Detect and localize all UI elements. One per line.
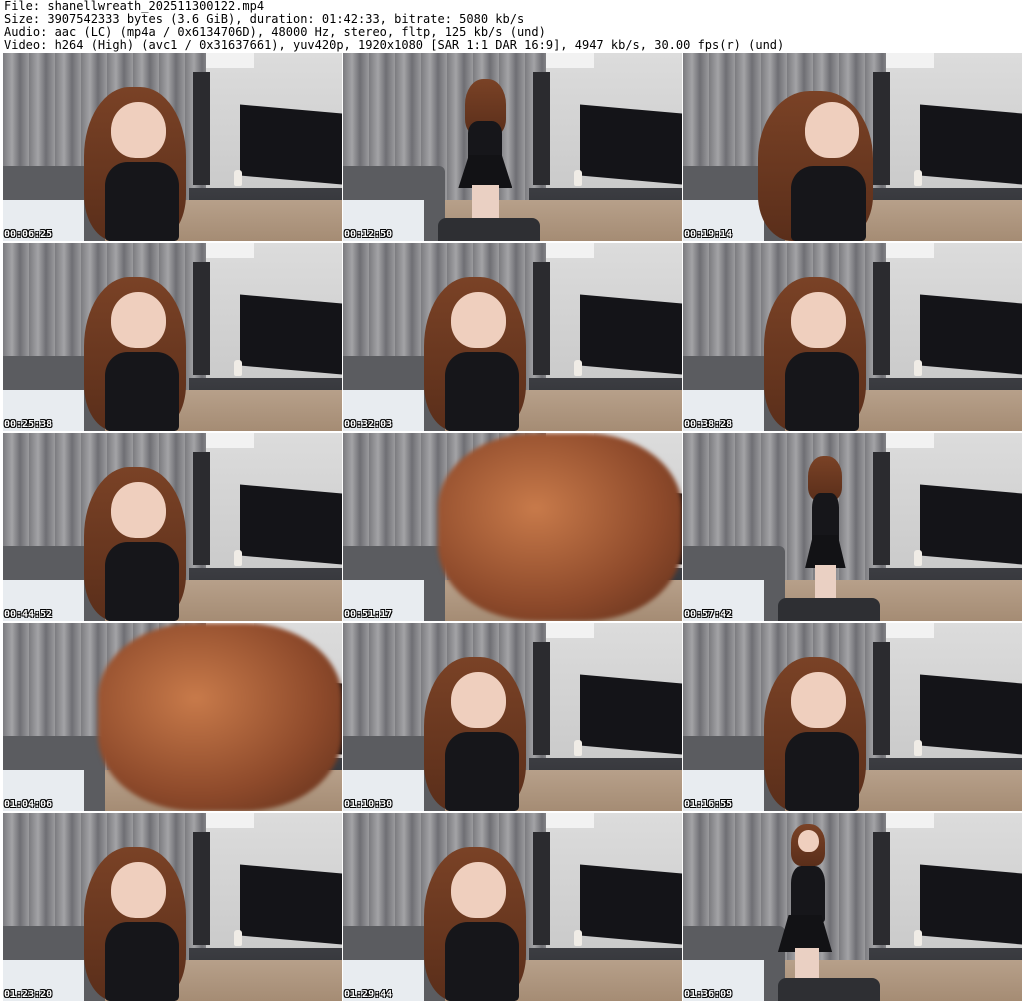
thumbnail-timestamp: 00:19:14 bbox=[684, 229, 733, 240]
video-thumbnail: 00:57:42 bbox=[683, 433, 1022, 621]
figure-face bbox=[805, 101, 860, 159]
thumbnail-timestamp: 00:12:50 bbox=[344, 229, 393, 240]
file-info-header: File: shanellwreath_202511300122.mp4 Siz… bbox=[4, 0, 1020, 52]
video-thumbnail: 00:38:28 bbox=[683, 243, 1022, 431]
video-thumbnail: 00:25:38 bbox=[3, 243, 342, 431]
figure-legs bbox=[815, 564, 836, 599]
thumbnail-timestamp: 00:38:28 bbox=[684, 419, 733, 430]
room-scene bbox=[343, 623, 682, 811]
figure-face bbox=[111, 481, 166, 539]
video-thumbnail: 00:12:50 bbox=[343, 53, 682, 241]
video-thumbnail: 00:51:17 bbox=[343, 433, 682, 621]
thumbnail-timestamp: 00:06:25 bbox=[4, 229, 53, 240]
person-figure bbox=[3, 243, 342, 431]
person-figure bbox=[3, 433, 342, 621]
chair-back bbox=[437, 218, 540, 241]
thumbnail-timestamp: 01:10:30 bbox=[344, 799, 393, 810]
room-scene bbox=[683, 623, 1022, 811]
person-figure bbox=[683, 243, 1022, 431]
person-figure bbox=[343, 433, 682, 621]
figure-skirt bbox=[458, 154, 513, 189]
person-figure bbox=[683, 623, 1022, 811]
figure-blur bbox=[437, 433, 682, 621]
room-scene bbox=[3, 623, 342, 811]
room-scene bbox=[683, 243, 1022, 431]
thumbnail-timestamp: 00:57:42 bbox=[684, 609, 733, 620]
room-scene bbox=[683, 433, 1022, 621]
figure-legs bbox=[471, 184, 499, 223]
room-scene bbox=[343, 433, 682, 621]
figure-top bbox=[791, 165, 867, 241]
figure-blur bbox=[97, 623, 342, 811]
person-figure bbox=[3, 53, 342, 241]
figure-face bbox=[791, 291, 846, 349]
video-thumbnail: 00:19:14 bbox=[683, 53, 1022, 241]
video-thumbnail: 01:29:44 bbox=[343, 813, 682, 1001]
person-figure bbox=[343, 813, 682, 1001]
video-thumbnail: 01:04:06 bbox=[3, 623, 342, 811]
room-scene bbox=[343, 53, 682, 241]
room-scene bbox=[683, 813, 1022, 1001]
figure-top bbox=[784, 732, 860, 811]
figure-face bbox=[451, 861, 506, 919]
video-thumbnail: 00:06:25 bbox=[3, 53, 342, 241]
figure-face bbox=[791, 671, 846, 729]
thumbnail-timestamp: 01:16:55 bbox=[684, 799, 733, 810]
figure-top bbox=[104, 162, 180, 241]
figure-face bbox=[111, 101, 166, 159]
person-figure bbox=[3, 623, 342, 811]
figure-face bbox=[111, 861, 166, 919]
video-thumbnail: 01:10:30 bbox=[343, 623, 682, 811]
figure-top bbox=[444, 922, 520, 1001]
room-scene bbox=[3, 813, 342, 1001]
room-scene bbox=[683, 53, 1022, 241]
thumbnail-timestamp: 01:04:06 bbox=[4, 799, 53, 810]
thumbnail-timestamp: 01:29:44 bbox=[344, 989, 393, 1000]
thumbnail-timestamp: 00:32:03 bbox=[344, 419, 393, 430]
figure-top bbox=[784, 352, 860, 431]
person-figure bbox=[343, 623, 682, 811]
figure-top bbox=[104, 922, 180, 1001]
figure-top bbox=[444, 732, 520, 811]
room-scene bbox=[3, 53, 342, 241]
video-thumbnail: 01:36:09 bbox=[683, 813, 1022, 1001]
chair-back bbox=[777, 978, 880, 1001]
person-figure bbox=[683, 433, 1022, 621]
chair-back bbox=[777, 598, 880, 621]
person-figure bbox=[343, 53, 682, 241]
figure-top bbox=[791, 865, 826, 923]
video-thumbnail: 00:32:03 bbox=[343, 243, 682, 431]
person-figure bbox=[343, 243, 682, 431]
video-info-line: Video: h264 (High) (avc1 / 0x31637661), … bbox=[4, 38, 785, 52]
figure-top bbox=[104, 542, 180, 621]
thumbnail-timestamp: 00:44:52 bbox=[4, 609, 53, 620]
figure-face bbox=[111, 291, 166, 349]
thumbnail-grid: 00:06:25 00:12:50 00:19:14 00:25:38 00:32:03… bbox=[3, 53, 1022, 1002]
person-figure bbox=[683, 53, 1022, 241]
thumbnail-timestamp: 00:25:38 bbox=[4, 419, 53, 430]
figure-face bbox=[451, 671, 506, 729]
video-thumbnail: 01:23:20 bbox=[3, 813, 342, 1001]
thumbnail-timestamp: 00:51:17 bbox=[344, 609, 393, 620]
figure-top bbox=[104, 352, 180, 431]
video-thumbnail: 00:44:52 bbox=[3, 433, 342, 621]
person-figure bbox=[3, 813, 342, 1001]
thumbnail-timestamp: 01:23:20 bbox=[4, 989, 53, 1000]
video-thumbnail: 01:16:55 bbox=[683, 623, 1022, 811]
room-scene bbox=[3, 433, 342, 621]
person-figure bbox=[683, 813, 1022, 1001]
figure-face bbox=[798, 829, 819, 853]
figure-top bbox=[444, 352, 520, 431]
room-scene bbox=[3, 243, 342, 431]
figure-face bbox=[451, 291, 506, 349]
thumbnail-timestamp: 01:36:09 bbox=[684, 989, 733, 1000]
room-scene bbox=[343, 813, 682, 1001]
room-scene bbox=[343, 243, 682, 431]
